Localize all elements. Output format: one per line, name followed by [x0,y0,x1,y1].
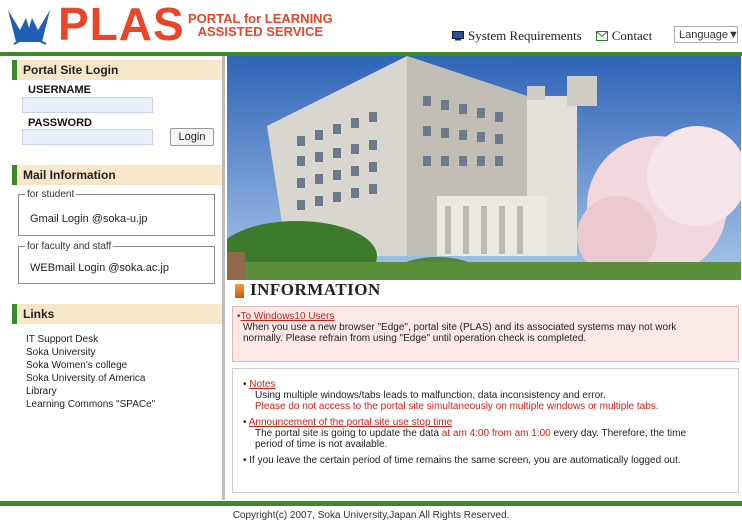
monitor-icon [452,31,464,41]
language-label: Language [679,28,728,41]
information-title: INFORMATION [250,280,381,299]
links-section-title: Links [12,304,222,324]
contact-link[interactable]: Contact [595,28,653,44]
campus-photo [227,56,741,280]
logout-bullet: • If you leave the certain period of tim… [243,455,681,466]
link-library[interactable]: Library [26,385,57,398]
system-requirements-link[interactable]: System Requirements [452,28,582,44]
envelope-icon [595,31,608,41]
tagline-line2: ASSISTED SERVICE [197,24,324,39]
stop-time-text: The portal site is going to update the d… [255,428,686,439]
notice1-text-2: normally. Please refrain from using "Edg… [243,333,587,344]
contact-label: Contact [611,28,653,43]
stop-time-text-a: The portal site is going to update the d… [255,428,442,439]
notice1-bullet: •To Windows10 Users [237,311,335,322]
system-requirements-label: System Requirements [468,28,582,43]
link-soka-university-of-america[interactable]: Soka University of America [26,372,146,385]
mail-section-title: Mail Information [12,165,222,185]
link-soka-university[interactable]: Soka University [26,346,95,359]
username-label: USERNAME [28,84,91,96]
password-input[interactable] [22,129,153,145]
column-divider [222,56,225,500]
language-select[interactable]: Language ▼ [674,26,739,43]
notes-text: Using multiple windows/tabs leads to mal… [255,390,606,401]
login-button[interactable]: Login [170,128,214,146]
stop-time-bullet: • Announcement of the portal site use st… [243,417,453,428]
username-input[interactable] [22,97,153,113]
stop-time-hours: at am 4:00 from am 1:00 [441,428,551,439]
stop-time-text-c: period of time is not available. [255,439,388,450]
notes-warning: Please do not access to the portal site … [255,401,659,412]
link-soka-womens-college[interactable]: Soka Women's college [26,359,127,372]
gmail-login-link[interactable]: Gmail Login @soka-u.jp [30,213,148,225]
sidebar: Portal Site Login USERNAME PASSWORD Mail… [6,56,222,500]
link-learning-commons[interactable]: Learning Commons "SPACe" [26,398,155,411]
logo-text: PLAS [58,0,185,50]
windows10-notice: •To Windows10 Users When you use a new b… [232,306,739,362]
logout-text: If you leave the certain period of time … [249,455,681,466]
notes-panel: • Notes Using multiple windows/tabs lead… [232,368,739,493]
login-section-title: Portal Site Login [12,60,222,80]
notes-link[interactable]: Notes [249,379,275,390]
info-bullet-icon [235,284,244,298]
tagline: PORTAL for LEARNING ASSISTED SERVICE [188,12,333,38]
stop-time-link[interactable]: Announcement of the portal site use stop… [249,417,452,428]
logo-icon [8,10,50,45]
footer-divider [0,501,742,506]
link-it-support-desk[interactable]: IT Support Desk [26,333,98,346]
password-label: PASSWORD [28,117,92,129]
student-legend: for student [27,189,75,200]
chevron-down-icon: ▼ [727,28,739,41]
webmail-login-link[interactable]: WEBmail Login @soka.ac.jp [30,262,169,274]
header-links: System Requirements Contact [452,28,666,44]
windows10-users-link[interactable]: To Windows10 Users [241,311,335,322]
notice1-text-1: When you use a new browser "Edge", porta… [243,322,677,333]
stop-time-text-b: every day. Therefore, the time [550,428,686,439]
faculty-legend: for faculty and staff [27,241,112,252]
notes-bullet: • Notes [243,379,276,390]
copyright: Copyright(c) 2007, Soka University,Japan… [232,510,510,521]
